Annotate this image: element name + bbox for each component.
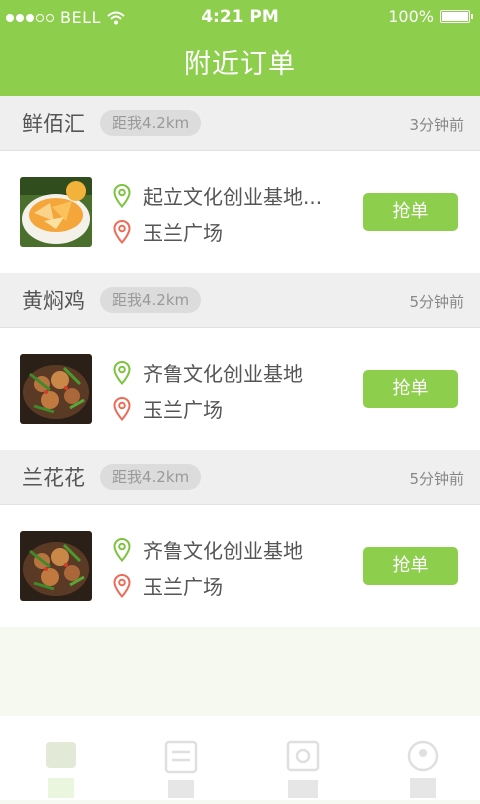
distance-badge: 距我4.2km [100,464,202,490]
shop-name: 鲜佰汇 [22,112,85,136]
food-thumbnail [20,531,92,601]
shop-name: 兰花花 [22,466,85,490]
location-pin-icon [113,537,131,562]
pickup-address: 齐鲁文化创业基地 [143,539,303,563]
dropoff-location: 玉兰广场 [113,394,223,423]
pickup-location: 齐鲁文化创业基地 [113,535,303,564]
pickup-address: 起立文化创业基地... [143,185,323,209]
dropoff-address: 玉兰广场 [143,221,223,245]
list-icon[interactable] [164,738,198,800]
dropoff-address: 玉兰广场 [143,398,223,422]
battery-icon [440,10,473,23]
order-time: 3分钟前 [409,116,464,134]
order-card[interactable]: 齐鲁文化创业基地 玉兰广场 抢单 [0,328,480,450]
tab-bar [0,716,480,800]
battery-status: 100% [388,7,473,26]
order-time: 5分钟前 [409,470,464,488]
destination-pin-icon [113,219,131,244]
pickup-address: 齐鲁文化创业基地 [143,362,303,386]
home-icon[interactable] [44,738,78,800]
profile-icon[interactable] [406,738,440,800]
app-header: BELL 4:21 PM 100% 附近订单 [0,0,480,96]
dropoff-address: 玉兰广场 [143,575,223,599]
dropoff-location: 玉兰广场 [113,571,223,600]
pickup-location: 齐鲁文化创业基地 [113,358,303,387]
order-card[interactable]: 齐鲁文化创业基地 玉兰广场 抢单 [0,505,480,627]
order-header: 鲜佰汇 距我4.2km 3分钟前 [0,96,480,151]
pickup-location: 起立文化创业基地... [113,181,322,210]
grab-order-button[interactable]: 抢单 [363,193,458,231]
dropoff-location: 玉兰广场 [113,217,223,246]
photo-icon[interactable] [286,738,320,800]
order-list: 鲜佰汇 距我4.2km 3分钟前 起立文化创业基地... 玉兰广场 抢单 黄焖鸡… [0,96,480,627]
page-title: 附近订单 [184,49,296,80]
location-pin-icon [113,183,131,208]
food-thumbnail [20,354,92,424]
battery-percent: 100% [388,7,434,26]
shop-name: 黄焖鸡 [22,289,85,313]
status-bar: BELL 4:21 PM 100% [0,0,480,34]
grab-order-button[interactable]: 抢单 [363,547,458,585]
location-pin-icon [113,360,131,385]
destination-pin-icon [113,396,131,421]
order-header: 黄焖鸡 距我4.2km 5分钟前 [0,273,480,328]
order-header: 兰花花 距我4.2km 5分钟前 [0,450,480,505]
distance-badge: 距我4.2km [100,287,202,313]
food-thumbnail [20,177,92,247]
order-card[interactable]: 起立文化创业基地... 玉兰广场 抢单 [0,151,480,273]
distance-badge: 距我4.2km [100,110,202,136]
order-time: 5分钟前 [409,293,464,311]
grab-order-button[interactable]: 抢单 [363,370,458,408]
destination-pin-icon [113,573,131,598]
